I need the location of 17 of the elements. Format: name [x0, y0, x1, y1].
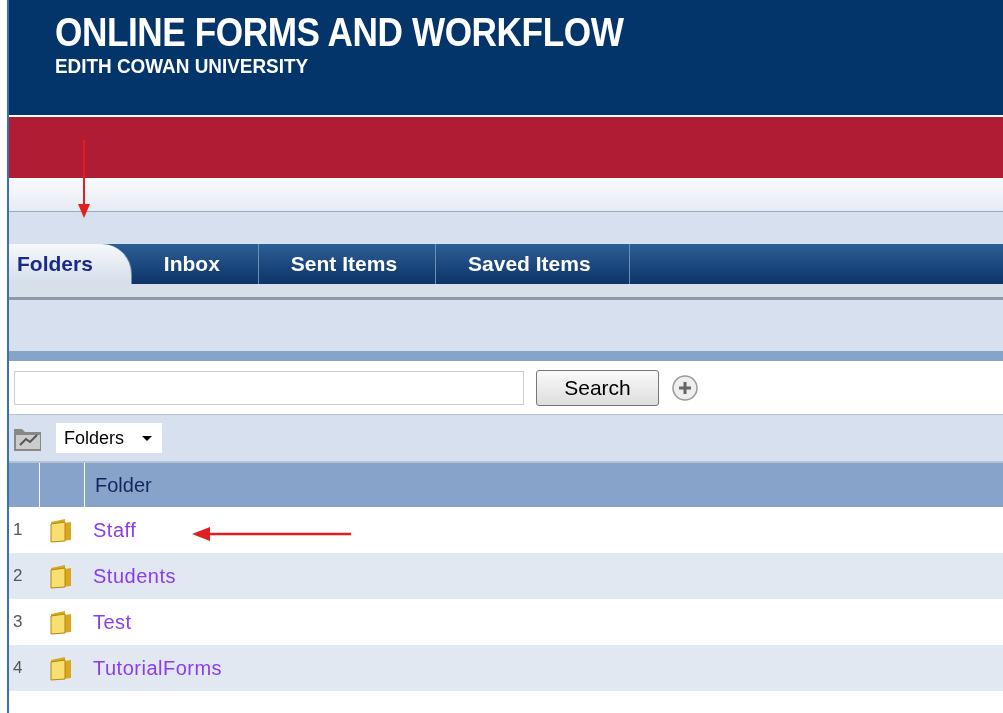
- folder-link[interactable]: TutorialForms: [93, 656, 223, 680]
- row-number: 4: [13, 658, 23, 678]
- site-subtitle: EDITH COWAN UNIVERSITY: [55, 54, 310, 78]
- add-icon[interactable]: [671, 373, 699, 402]
- site-title: ONLINE FORMS AND WORKFLOW: [55, 10, 625, 54]
- search-button[interactable]: Search: [536, 369, 659, 406]
- folder-link[interactable]: Staff: [93, 518, 137, 542]
- folder-link[interactable]: Students: [93, 564, 176, 588]
- folder-link[interactable]: Test: [93, 610, 132, 634]
- tab[interactable]: Folders: [9, 244, 132, 284]
- row-number: 2: [13, 566, 23, 586]
- caret-icon: [140, 433, 155, 443]
- column-header[interactable]: Folder: [85, 463, 152, 507]
- search-field[interactable]: [14, 370, 524, 405]
- row-number: 1: [13, 520, 23, 540]
- row-number: 3: [13, 612, 23, 632]
- view-dropdown[interactable]: Folders: [56, 423, 163, 453]
